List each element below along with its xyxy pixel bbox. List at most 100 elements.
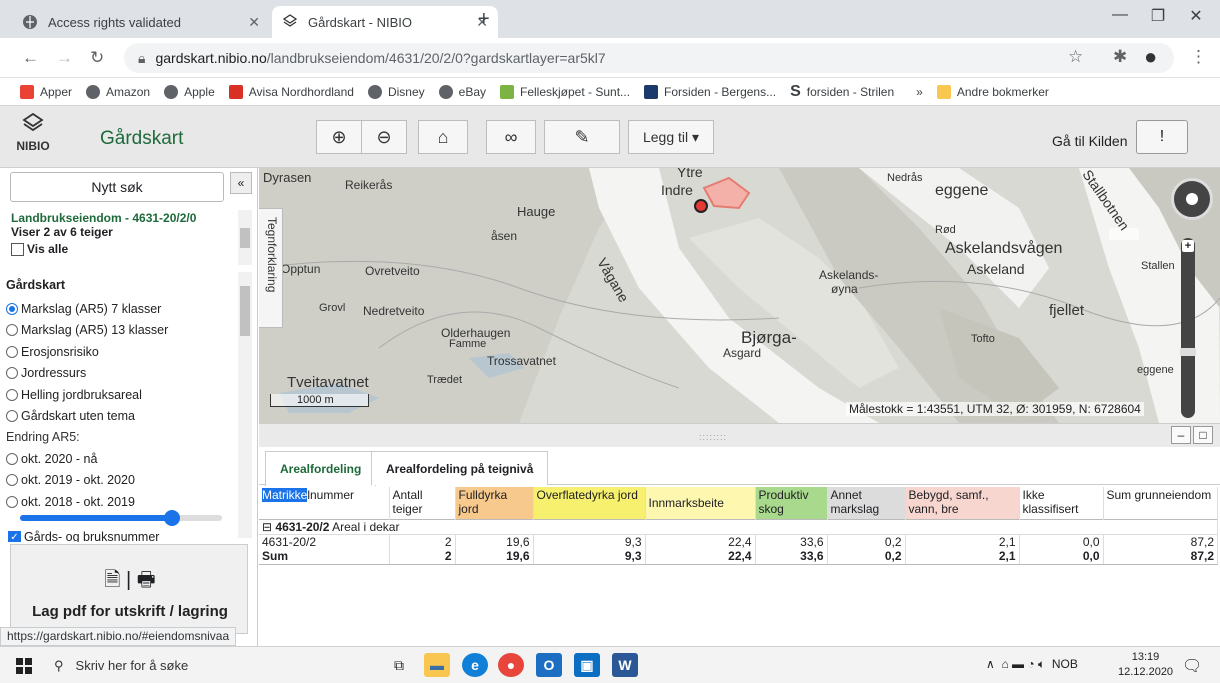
change-option[interactable]: okt. 2019 - okt. 2020 bbox=[6, 470, 238, 492]
maximize-panel-button[interactable]: □ bbox=[1193, 426, 1213, 444]
radio-button[interactable] bbox=[6, 302, 18, 315]
outlook-icon[interactable]: O bbox=[536, 653, 562, 677]
col-header[interactable]: Produktiv skog bbox=[755, 487, 828, 519]
group-row[interactable]: ⊟ 4631-20/2 Areal i dekar bbox=[259, 519, 1218, 534]
bookmark-apper[interactable]: Apper bbox=[20, 84, 72, 99]
nibio-logo[interactable]: NIBIO bbox=[10, 112, 56, 153]
col-header[interactable]: Fulldyrka jord bbox=[455, 487, 534, 519]
store-icon[interactable]: ▣ bbox=[574, 653, 600, 677]
zoom-slider[interactable]: + bbox=[1180, 238, 1196, 418]
task-view-icon[interactable]: ⧉ bbox=[386, 653, 412, 677]
col-header[interactable]: Antall teiger bbox=[389, 487, 456, 519]
layer-option[interactable]: Gårdskart uten tema bbox=[6, 406, 238, 428]
profile-icon[interactable]: ● bbox=[1144, 44, 1157, 70]
col-header[interactable]: Matrikkelnummer bbox=[259, 487, 390, 519]
bookmark-felleskjopet[interactable]: Felleskjøpet - Sunt... bbox=[500, 84, 630, 99]
close-tab-icon[interactable]: ✕ bbox=[248, 14, 260, 31]
radio-button[interactable] bbox=[6, 474, 18, 487]
tab-arealfordeling[interactable]: Arealfordeling bbox=[265, 451, 377, 486]
minimize-panel-button[interactable]: – bbox=[1171, 426, 1191, 444]
new-tab-button[interactable]: + bbox=[478, 8, 490, 31]
opacity-slider[interactable] bbox=[20, 510, 222, 526]
bookmark-amazon[interactable]: Amazon bbox=[86, 84, 150, 99]
change-option[interactable]: okt. 2020 - nå bbox=[6, 448, 238, 470]
collapse-icon[interactable]: ⊟ bbox=[262, 520, 275, 534]
share-link-button[interactable]: ∞ bbox=[486, 120, 536, 154]
bookmark-disney[interactable]: Disney bbox=[367, 84, 425, 99]
tab-arealfordeling-teig[interactable]: Arealfordeling på teignivå bbox=[371, 451, 549, 485]
zoom-handle[interactable] bbox=[1180, 348, 1196, 356]
compass-control[interactable] bbox=[1171, 178, 1213, 220]
word-icon[interactable]: W bbox=[612, 653, 638, 677]
bookmark-bergens[interactable]: Forsiden - Bergens... bbox=[644, 84, 776, 99]
zoom-plus-icon[interactable]: + bbox=[1182, 240, 1194, 252]
bookmark-ebay[interactable]: eBay bbox=[438, 84, 486, 99]
bookmark-avisa[interactable]: Avisa Nordhordland bbox=[228, 84, 354, 99]
windows-start-icon[interactable] bbox=[16, 658, 32, 674]
bookmark-strilen[interactable]: Sforsiden - Strilen bbox=[790, 83, 894, 101]
col-header[interactable]: Overflatedyrka jord bbox=[533, 487, 646, 519]
col-header[interactable]: Ikke klassifisert bbox=[1019, 487, 1104, 519]
back-icon[interactable]: ← bbox=[22, 48, 39, 68]
minimize-window-button[interactable]: — bbox=[1100, 6, 1140, 24]
layer-option[interactable]: Erosjonsrisiko bbox=[6, 341, 238, 363]
map-view[interactable]: Dyrasen Reikerås Hauge åsen Indre Ytre N… bbox=[259, 168, 1220, 423]
star-icon[interactable]: ☆ bbox=[1068, 47, 1083, 67]
slider-knob[interactable] bbox=[163, 510, 180, 526]
pdf-export-button[interactable]: 🗎︎ | 🖶︎ Lag pdf for utskrift / lagring bbox=[10, 544, 248, 634]
show-all-checkbox[interactable] bbox=[11, 243, 24, 257]
layers-scrollbar[interactable] bbox=[238, 272, 252, 538]
change-option[interactable]: okt. 2018 - okt. 2019 bbox=[6, 491, 238, 513]
extensions-icon[interactable]: ✱ bbox=[1113, 47, 1127, 67]
zoom-out-button[interactable]: ⊖ bbox=[361, 120, 407, 154]
taskbar-search[interactable]: ⚲ Skriv her for å søke bbox=[48, 647, 328, 683]
menu-icon[interactable]: ⋮ bbox=[1190, 47, 1207, 67]
forward-icon[interactable]: → bbox=[56, 48, 73, 68]
radio-button[interactable] bbox=[6, 388, 18, 401]
property-marker[interactable] bbox=[694, 199, 708, 213]
browser-tab-gardskart[interactable]: Gårdskart - NIBIO ✕ bbox=[272, 6, 498, 38]
more-bookmarks[interactable]: » bbox=[916, 85, 923, 99]
system-tray[interactable]: ∧ ⌂ ▬ ◔ 🔈︎ NOB bbox=[986, 657, 1078, 672]
new-search-button[interactable]: Nytt søk bbox=[10, 172, 224, 202]
radio-button[interactable] bbox=[6, 345, 18, 358]
property-scrollbar[interactable] bbox=[238, 210, 252, 265]
edge-icon[interactable]: e bbox=[462, 653, 488, 677]
panel-splitter[interactable]: :::::::: – □ bbox=[259, 423, 1220, 447]
col-header[interactable]: Bebygd, samf., vann, bre bbox=[905, 487, 1020, 519]
layer-option[interactable]: Jordressurs bbox=[6, 363, 238, 385]
gards-bruks-option[interactable]: ✓ Gårds- og bruksnummer bbox=[8, 530, 236, 542]
drag-handle-icon[interactable]: :::::::: bbox=[699, 432, 727, 442]
reload-icon[interactable]: ↻ bbox=[90, 48, 104, 68]
radio-button[interactable] bbox=[6, 324, 18, 337]
restore-window-button[interactable]: ❐ bbox=[1138, 6, 1178, 26]
layer-option[interactable]: Markslag (AR5) 7 klasser bbox=[6, 298, 238, 320]
file-explorer-icon[interactable]: ▬ bbox=[424, 653, 450, 677]
collapse-sidebar-button[interactable]: « bbox=[230, 172, 252, 194]
radio-button[interactable] bbox=[6, 410, 18, 423]
goto-kilden-link[interactable]: Gå til Kilden bbox=[1052, 133, 1127, 149]
zoom-in-button[interactable]: ⊕ bbox=[316, 120, 362, 154]
bookmark-apple[interactable]: Apple bbox=[164, 84, 215, 99]
draw-measure-button[interactable]: ✎ bbox=[544, 120, 620, 154]
clock[interactable]: 13:19 12.12.2020 bbox=[1118, 650, 1173, 680]
close-window-button[interactable]: ✕ bbox=[1176, 6, 1216, 26]
home-button[interactable]: ⌂ bbox=[418, 120, 468, 154]
legend-tab[interactable]: Tegnforklaring bbox=[259, 208, 283, 328]
gards-checkbox[interactable]: ✓ bbox=[8, 531, 21, 542]
radio-button[interactable] bbox=[6, 452, 18, 465]
radio-button[interactable] bbox=[6, 495, 18, 508]
url-field[interactable]: 🔒︎ gardskart.nibio.no/landbrukseiendom/4… bbox=[124, 43, 1174, 73]
radio-button[interactable] bbox=[6, 367, 18, 380]
layer-option[interactable]: Markslag (AR5) 13 klasser bbox=[6, 320, 238, 342]
feedback-button[interactable]: ! bbox=[1136, 120, 1188, 154]
col-header[interactable]: Innmarksbeite bbox=[645, 487, 756, 519]
col-header[interactable]: Sum grunneiendom bbox=[1103, 487, 1218, 519]
chrome-icon[interactable]: ● bbox=[498, 653, 524, 677]
layer-option[interactable]: Helling jordbruksareal bbox=[6, 384, 238, 406]
bookmark-folder-other[interactable]: Andre bokmerker bbox=[936, 84, 1049, 99]
browser-tab-access[interactable]: Access rights validated ✕ bbox=[12, 6, 270, 38]
col-header[interactable]: Annet markslag bbox=[827, 487, 906, 519]
add-dropdown-button[interactable]: Legg til ▾ bbox=[628, 120, 714, 154]
notification-icon[interactable]: 🗨︎ bbox=[1182, 656, 1202, 676]
